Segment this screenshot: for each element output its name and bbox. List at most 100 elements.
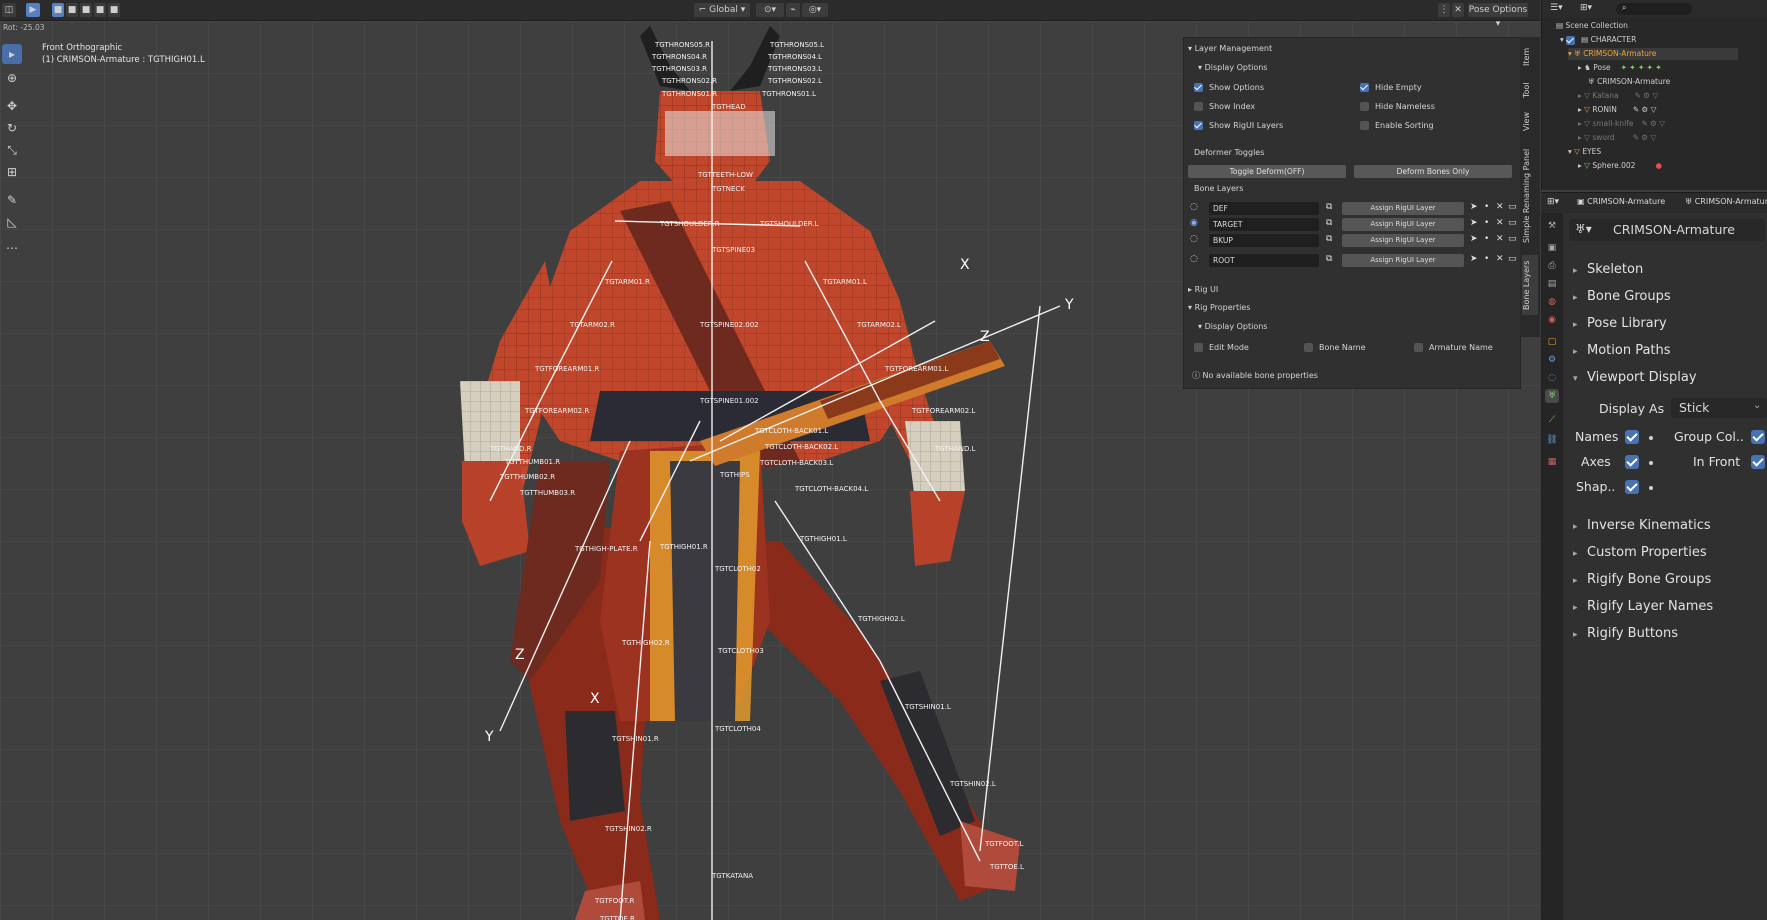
tool-tab-icon[interactable]: ⚒	[1545, 219, 1559, 233]
select-intersect-icon[interactable]: ■	[108, 3, 120, 17]
link-icon[interactable]: ⧉	[1326, 218, 1332, 228]
animate-dot[interactable]	[1649, 461, 1653, 465]
proportional-edit-icon[interactable]: ◎▾	[802, 3, 828, 17]
dot-icon[interactable]: •	[1484, 254, 1489, 264]
shapes-checkbox[interactable]	[1625, 480, 1639, 494]
bone-icon[interactable]: ✕	[1496, 218, 1504, 228]
rigify-buttons-section[interactable]: ▸ Rigify Buttons	[1573, 624, 1678, 644]
small-knife-row[interactable]: ▸ ▽ small-knife ✎ ⚙ ▽	[1578, 118, 1665, 130]
custom-properties-section[interactable]: ▸ Custom Properties	[1573, 543, 1707, 563]
select-subtract-icon[interactable]: ■	[80, 3, 92, 17]
group-colors-checkbox[interactable]	[1751, 430, 1765, 444]
display-options-header[interactable]: ▾ Display Options	[1198, 63, 1267, 72]
rig-properties-header[interactable]: ▾ Rig Properties	[1188, 303, 1250, 312]
display-mode-icon[interactable]: ⊞▾	[1580, 3, 1592, 13]
rigify-layer-names-section[interactable]: ▸ Rigify Layer Names	[1573, 597, 1713, 617]
select-arrow-icon[interactable]: ➤	[1470, 254, 1478, 264]
select-mode-icon[interactable]: ▶	[26, 3, 40, 17]
select-arrow-icon[interactable]: ➤	[1470, 218, 1478, 228]
lock-icon[interactable]: ▭	[1508, 254, 1517, 264]
tab-bone-layers[interactable]: Bone Layers	[1522, 255, 1538, 315]
world-tab-icon[interactable]: ◉	[1545, 313, 1559, 327]
select-extend-icon[interactable]: ■	[66, 3, 78, 17]
names-checkbox[interactable]	[1625, 430, 1639, 444]
rig-display-options-header[interactable]: ▾ Display Options	[1198, 322, 1267, 331]
move-tool-icon[interactable]: ✥	[2, 96, 22, 116]
bone-icon[interactable]: ✕	[1496, 202, 1504, 212]
rigify-bone-groups-section[interactable]: ▸ Rigify Bone Groups	[1573, 570, 1711, 590]
skeleton-section[interactable]: ▸ Skeleton	[1573, 260, 1643, 280]
object-tab-icon[interactable]: ▢	[1545, 335, 1559, 349]
bone-icon[interactable]: ✕	[1496, 254, 1504, 264]
pose-library-section[interactable]: ▸ Pose Library	[1573, 314, 1667, 334]
visibility-eye-icon[interactable]: ◌	[1190, 202, 1198, 212]
layer-name-field[interactable]: DEF	[1209, 202, 1319, 215]
sword-row[interactable]: ▸ ▽ sword ✎ ⚙ ▽	[1578, 132, 1656, 144]
select-tool-icon[interactable]: ▸	[2, 44, 22, 64]
bone-tab-icon[interactable]: ⟋	[1545, 413, 1559, 427]
lock-icon[interactable]: ▭	[1508, 218, 1517, 228]
animate-dot[interactable]	[1649, 486, 1653, 490]
scene-tab-icon[interactable]: ◍	[1545, 295, 1559, 309]
deform-bones-only-button[interactable]: Deform Bones Only	[1354, 165, 1512, 178]
physics-tab-icon[interactable]: ◌	[1545, 371, 1559, 385]
katana-row[interactable]: ▸ ▽ Katana ✎ ⚙ ▽	[1578, 90, 1658, 102]
rotate-tool-icon[interactable]: ↻	[2, 118, 22, 138]
assign-rigui-layer-button[interactable]: Assign RigUI Layer	[1342, 254, 1464, 267]
visibility-eye-icon[interactable]: ◌	[1190, 234, 1198, 244]
select-box-icon[interactable]: ■	[52, 3, 64, 17]
select-arrow-icon[interactable]: ➤	[1470, 234, 1478, 244]
enable-sorting-checkbox[interactable]: Enable Sorting	[1360, 121, 1434, 130]
hide-empty-checkbox[interactable]: Hide Empty	[1360, 83, 1422, 92]
display-as-dropdown[interactable]: Stick ⌄	[1671, 398, 1767, 418]
layer-name-field[interactable]: ROOT	[1209, 254, 1319, 267]
link-icon[interactable]: ⧉	[1326, 234, 1332, 244]
roll-tool-icon[interactable]: ⋯	[2, 238, 22, 258]
edit-mode-checkbox[interactable]: Edit Mode	[1194, 343, 1249, 352]
tab-simple-renaming-panel[interactable]: Simple Renaming Panel	[1522, 141, 1538, 251]
toggle-deform-button[interactable]: Toggle Deform(OFF)	[1188, 165, 1346, 178]
layer-name-field[interactable]: BKUP	[1209, 234, 1319, 247]
mirror-close-icon[interactable]: ✕	[1452, 3, 1464, 17]
inverse-kinematics-section[interactable]: ▸ Inverse Kinematics	[1573, 516, 1711, 536]
bone-icon[interactable]: ✕	[1496, 234, 1504, 244]
character-collection-row[interactable]: ▾ ▤ CHARACTER	[1560, 34, 1636, 46]
assign-rigui-layer-button[interactable]: Assign RigUI Layer	[1342, 234, 1464, 247]
armature-data-row[interactable]: ♅ CRIMSON-Armature	[1588, 76, 1670, 88]
bone-name-checkbox[interactable]: Bone Name	[1304, 343, 1366, 352]
transform-tool-icon[interactable]: ⊞	[2, 162, 22, 182]
hide-nameless-checkbox[interactable]: Hide Nameless	[1360, 102, 1435, 111]
select-arrow-icon[interactable]: ➤	[1470, 202, 1478, 212]
editor-type-icon[interactable]: ◫	[2, 3, 16, 17]
link-icon[interactable]: ⧉	[1326, 202, 1332, 212]
dot-icon[interactable]: •	[1484, 202, 1489, 212]
pose-options-dropdown[interactable]: Pose Options ▾	[1468, 3, 1528, 29]
crimson-armature-row[interactable]: ▾ ♅ CRIMSON-Armature	[1568, 48, 1738, 60]
dot-icon[interactable]: •	[1484, 218, 1489, 228]
select-invert-icon[interactable]: ■	[94, 3, 106, 17]
ronin-row[interactable]: ▸ ▽ RONIN ✎ ⚙ ▽	[1578, 104, 1656, 116]
scene-collection-row[interactable]: ▤ Scene Collection	[1556, 20, 1628, 32]
motion-paths-section[interactable]: ▸ Motion Paths	[1573, 341, 1671, 361]
pivot-dropdown[interactable]: ⊙▾	[756, 3, 784, 17]
tab-item[interactable]: Item	[1522, 43, 1538, 71]
lock-icon[interactable]: ▭	[1508, 234, 1517, 244]
tab-view[interactable]: View	[1522, 107, 1538, 137]
orientation-dropdown[interactable]: ⌐ Global ▾	[694, 3, 750, 17]
texture-tab-icon[interactable]: ▦	[1545, 455, 1559, 469]
layer-name-field[interactable]: TARGET	[1209, 218, 1319, 231]
assign-rigui-layer-button[interactable]: Assign RigUI Layer	[1342, 202, 1464, 215]
show-rigui-layers-checkbox[interactable]: Show RigUI Layers	[1194, 121, 1283, 130]
axes-checkbox[interactable]	[1625, 455, 1639, 469]
cursor-tool-icon[interactable]: ⊕	[2, 68, 22, 88]
visibility-eye-icon[interactable]: ◌	[1190, 254, 1198, 264]
bone-constraint-tab-icon[interactable]: ⛓	[1545, 433, 1559, 447]
scale-tool-icon[interactable]: ⤡	[2, 140, 22, 160]
mirror-x-icon[interactable]: ⋮	[1438, 3, 1450, 17]
visibility-eye-icon[interactable]: ◉	[1190, 218, 1198, 228]
measure-tool-icon[interactable]: ◺	[2, 212, 22, 232]
eyes-row[interactable]: ▾ ▽ EYES	[1568, 146, 1601, 158]
rig-ui-header[interactable]: ▸ Rig UI	[1188, 285, 1218, 294]
dot-icon[interactable]: •	[1484, 234, 1489, 244]
show-index-checkbox[interactable]: Show Index	[1194, 102, 1255, 111]
